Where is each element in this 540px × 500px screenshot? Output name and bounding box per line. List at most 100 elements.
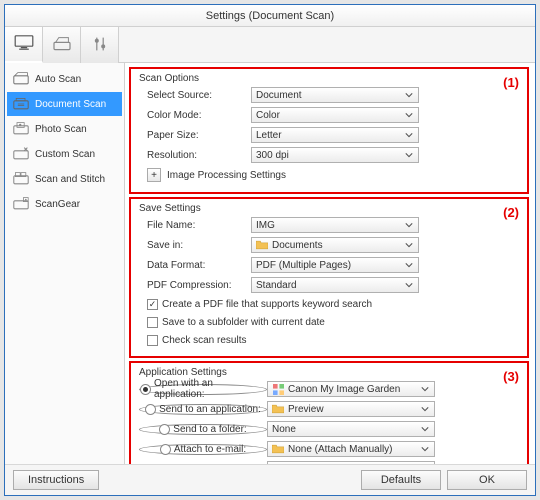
titlebar: Settings (Document Scan) <box>5 5 535 27</box>
section-title: Save Settings <box>139 203 519 214</box>
sidebar-item-label: Auto Scan <box>35 74 81 85</box>
dropdown-value: None (Attach Manually) <box>288 444 416 455</box>
radio-option[interactable]: Open with an application: <box>139 384 267 395</box>
settings-window: Settings (Document Scan) Auto Scan Docume… <box>4 4 536 496</box>
radio-label: Send to a folder: <box>173 424 246 435</box>
instructions-button[interactable]: Instructions <box>13 470 99 490</box>
dropdown-value: Letter <box>256 130 400 141</box>
sidebar-item-label: Scan and Stitch <box>35 174 105 185</box>
dropdown[interactable]: Output to Text <box>267 461 435 464</box>
content-panel: Scan Options (1) Select Source:DocumentC… <box>125 63 535 464</box>
dropdown[interactable]: Documents <box>251 237 419 253</box>
radio-option[interactable]: Start OCR: <box>139 464 267 465</box>
dropdown-value: Preview <box>288 404 416 415</box>
sidebar-item-custom-scan[interactable]: Custom Scan <box>7 142 122 166</box>
sidebar-item-label: Document Scan <box>35 99 106 110</box>
radio-option[interactable]: Send to a folder: <box>139 424 267 435</box>
chevron-down-icon <box>420 405 430 413</box>
radio-icon <box>140 384 151 395</box>
radio-icon <box>145 404 156 415</box>
chevron-down-icon <box>404 91 414 99</box>
radio-label: Start OCR: <box>186 464 235 465</box>
dropdown-value: None <box>272 424 416 435</box>
dropdown-value: Document <box>256 90 400 101</box>
dropdown-value: Output to Text <box>288 464 416 465</box>
section-save-settings: Save Settings (2) File Name:IMGSave in:D… <box>129 197 529 358</box>
tab-general-settings[interactable] <box>81 27 119 63</box>
chevron-down-icon <box>404 111 414 119</box>
dropdown-value: PDF (Multiple Pages) <box>256 260 400 271</box>
checkbox-label: Create a PDF file that supports keyword … <box>162 299 372 310</box>
checkbox-option[interactable]: Create a PDF file that supports keyword … <box>139 296 519 312</box>
radio-icon <box>172 464 183 465</box>
field-label: File Name: <box>139 220 251 231</box>
dropdown-value: Color <box>256 110 400 121</box>
expand-button[interactable]: + <box>147 168 161 182</box>
checkbox-option[interactable]: Save to a subfolder with current date <box>139 314 519 330</box>
dropdown[interactable]: Letter <box>251 127 419 143</box>
checkbox-icon <box>147 317 158 328</box>
field-label: Paper Size: <box>139 130 251 141</box>
window-title: Settings (Document Scan) <box>206 10 334 22</box>
chevron-down-icon <box>404 261 414 269</box>
chevron-down-icon <box>404 241 414 249</box>
dropdown[interactable]: PDF (Multiple Pages) <box>251 257 419 273</box>
app-icon <box>272 383 284 395</box>
scanner-icon <box>13 197 29 211</box>
sidebar-item-label: Photo Scan <box>35 124 87 135</box>
scanner-icon <box>13 122 29 136</box>
dropdown[interactable]: Canon My Image Garden <box>267 381 435 397</box>
dropdown-value: IMG <box>256 220 400 231</box>
ok-button[interactable]: OK <box>447 470 527 490</box>
dropdown[interactable]: Preview <box>267 401 435 417</box>
checkbox-option[interactable]: Check scan results <box>139 332 519 348</box>
section-title: Application Settings <box>139 367 519 378</box>
scanner-icon <box>52 36 72 55</box>
sidebar: Auto Scan Document Scan Photo Scan Custom S… <box>5 63 125 464</box>
radio-option[interactable]: Attach to e-mail: <box>139 444 267 455</box>
dropdown[interactable]: 300 dpi <box>251 147 419 163</box>
dropdown[interactable]: Color <box>251 107 419 123</box>
sidebar-item-auto-scan[interactable]: Auto Scan <box>7 67 122 91</box>
dropdown[interactable]: Document <box>251 87 419 103</box>
chevron-down-icon <box>404 221 414 229</box>
field-label: Data Format: <box>139 260 251 271</box>
dropdown[interactable]: None (Attach Manually) <box>267 441 435 457</box>
dropdown[interactable]: None <box>267 421 435 437</box>
sidebar-item-scan-and-stitch[interactable]: Scan and Stitch <box>7 167 122 191</box>
defaults-button[interactable]: Defaults <box>361 470 441 490</box>
tab-scan-from-computer[interactable] <box>5 27 43 63</box>
radio-label: Send to an application: <box>159 404 261 415</box>
sidebar-item-photo-scan[interactable]: Photo Scan <box>7 117 122 141</box>
field-label: PDF Compression: <box>139 280 251 291</box>
field-label: Color Mode: <box>139 110 251 121</box>
sidebar-item-document-scan[interactable]: Document Scan <box>7 92 122 116</box>
chevron-down-icon <box>404 131 414 139</box>
annotation-number: (2) <box>503 205 519 220</box>
button-bar: Instructions Defaults OK <box>5 464 535 495</box>
chevron-down-icon <box>404 151 414 159</box>
sliders-icon <box>90 36 110 55</box>
folder-icon <box>272 403 284 415</box>
sidebar-item-label: Custom Scan <box>35 149 95 160</box>
scanner-icon <box>13 147 29 161</box>
sidebar-item-scangear[interactable]: ScanGear <box>7 192 122 216</box>
dropdown[interactable]: Standard <box>251 277 419 293</box>
expand-label: Image Processing Settings <box>167 170 286 181</box>
tab-scan-from-panel[interactable] <box>43 27 81 63</box>
app-icon <box>272 463 284 464</box>
dropdown[interactable]: IMG <box>251 217 419 233</box>
dropdown-value: 300 dpi <box>256 150 400 161</box>
radio-icon <box>159 424 170 435</box>
sidebar-item-label: ScanGear <box>35 199 80 210</box>
checkbox-label: Check scan results <box>162 335 246 346</box>
radio-option[interactable]: Send to an application: <box>139 404 267 415</box>
section-app-settings: Application Settings (3) Open with an ap… <box>129 361 529 464</box>
scanner-icon <box>13 172 29 186</box>
field-label: Save in: <box>139 240 251 251</box>
checkbox-label: Save to a subfolder with current date <box>162 317 325 328</box>
annotation-number: (1) <box>503 75 519 90</box>
folder-icon <box>272 443 284 455</box>
field-label: Resolution: <box>139 150 251 161</box>
checkbox-icon <box>147 299 158 310</box>
